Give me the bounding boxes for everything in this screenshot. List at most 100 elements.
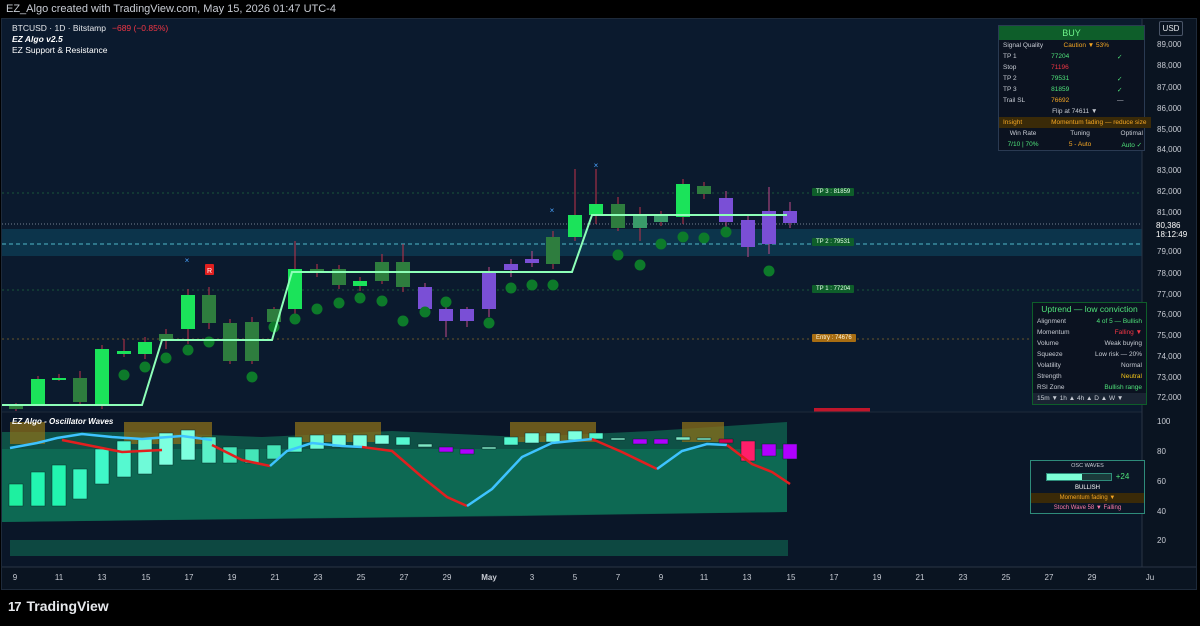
price-axis-label: 81,000 [1157, 208, 1182, 217]
oscillator-bar [567, 430, 583, 441]
candle-body [783, 211, 797, 223]
price-axis-label: 79,000 [1157, 247, 1182, 256]
candle-body [568, 215, 582, 237]
price-axis-label: 74,000 [1157, 352, 1182, 361]
signal-panel: BUY Signal Quality Caution ▼ 53% TP 1 7720… [998, 25, 1151, 151]
oscillator-bar [395, 436, 411, 446]
oscillator-bar [116, 440, 132, 478]
oscillator-bar [761, 443, 777, 457]
trail-dot [505, 282, 517, 294]
time-axis-label: 11 [699, 573, 709, 582]
candle-body [95, 349, 109, 405]
row-label: Volume [1037, 340, 1059, 347]
row-check [1113, 40, 1150, 51]
trail-dot [311, 303, 323, 315]
time-axis-label: 25 [1001, 573, 1011, 582]
candle-body [202, 295, 216, 323]
trend-row: Volume Weak buying [1033, 338, 1146, 349]
candle-body [117, 351, 131, 354]
candle-body [396, 262, 410, 287]
candle-body [418, 287, 432, 309]
price-axis-label: 76,000 [1157, 310, 1182, 319]
tradingview-brand[interactable]: 17 TradingView [8, 598, 109, 614]
chart-legend: BTCUSD · 1D · Bitstamp −689 (−0.85%) EZ A… [12, 23, 168, 56]
trail-dot [160, 352, 172, 364]
candle-body [460, 309, 474, 321]
price-axis-label: 84,000 [1157, 145, 1182, 154]
row-check: ✓ [1117, 75, 1123, 83]
tp3-tag: TP 3 : 81859 [812, 188, 855, 196]
indicator-label[interactable]: EZ Algo v2.5 [12, 34, 168, 45]
osc-momentum: Momentum fading ▼ [1031, 493, 1144, 503]
row-label: TP 3 [1003, 86, 1017, 93]
oscillator-bar [481, 446, 497, 450]
time-axis-label: 9 [658, 573, 664, 582]
time-axis-label: 13 [742, 573, 752, 582]
candle-body [439, 309, 453, 321]
time-axis-label: 21 [270, 573, 280, 582]
time-axis-label: 3 [529, 573, 535, 582]
price-axis-label: 73,000 [1157, 373, 1182, 382]
trail-dot [118, 369, 130, 381]
row-value: 71196 [1051, 64, 1069, 71]
row-value: 81859 [1051, 86, 1070, 93]
trend-title: Uptrend — low conviction [1041, 304, 1138, 314]
brand-name: TradingView [26, 598, 109, 614]
price-axis-label: 78,000 [1157, 269, 1182, 278]
candle-body [633, 215, 647, 228]
trail-dot [397, 315, 409, 327]
oscillator-bar [675, 436, 691, 441]
cross-marker: × [185, 256, 190, 265]
time-axis-label: 17 [829, 573, 839, 582]
osc-axis-label: 100 [1157, 417, 1171, 426]
row-value: 4 of 5 — Bullish [1096, 318, 1142, 325]
candle-body [741, 220, 755, 247]
oscillator-bar [459, 448, 475, 455]
trail-dot [698, 232, 710, 244]
time-axis-label: 13 [97, 573, 107, 582]
candle-body [676, 184, 690, 217]
symbol-label[interactable]: BTCUSD · 1D · Bitstamp [12, 23, 106, 33]
trail-dot [376, 295, 388, 307]
oscillator-bar [696, 437, 712, 441]
row-value: Low risk — 20% [1095, 351, 1142, 358]
current-price-tag: 80,386 18:12:49 [1154, 220, 1196, 240]
trail-dot [655, 238, 667, 250]
trend-row: Squeeze Low risk — 20% [1033, 349, 1146, 360]
trend-panel: Uptrend — low conviction Alignment 4 of 5… [1032, 302, 1147, 405]
row-check: ✓ [1117, 86, 1123, 94]
wave-baseline-band [10, 540, 788, 556]
price-axis-label: 72,000 [1157, 393, 1182, 402]
trail-dot [634, 259, 646, 271]
oscillator-bar [782, 443, 798, 460]
indicator-label[interactable]: EZ Support & Resistance [12, 45, 168, 56]
oscillator-bar [524, 432, 540, 444]
osc-state: BULLISH [1074, 485, 1100, 491]
optimal-header: Optimal [1120, 130, 1143, 137]
time-axis-label: 27 [1044, 573, 1054, 582]
candle-body [589, 204, 603, 215]
chart-frame[interactable]: × × × R BTCUSD · 1D · Bitstamp −689 (−0.8… [1, 18, 1197, 590]
tradingview-logo-icon: 17 [8, 598, 22, 614]
trail-dot [612, 249, 624, 261]
oscillator-bar [352, 434, 368, 448]
trail-dot [547, 279, 559, 291]
bar-countdown: 18:12:49 [1156, 230, 1188, 239]
oscillator-title[interactable]: EZ Algo - Oscillator Waves [12, 417, 113, 426]
row-value: 76692 [1051, 97, 1070, 104]
osc-stoch: Stoch Wave 58 ▼ Falling [1053, 505, 1122, 511]
trail-dot [526, 279, 538, 291]
candle-body [504, 264, 518, 270]
tuning-value: 5 - Auto [1068, 141, 1092, 148]
oscillator-bar [503, 436, 519, 446]
currency-button[interactable]: USD [1159, 21, 1183, 36]
oscillator-bar [201, 436, 217, 464]
time-axis-label: 9 [12, 573, 18, 582]
row-value: 79531 [1051, 75, 1070, 82]
candle-body [223, 323, 237, 361]
row-check: ✓ [1117, 53, 1123, 61]
stop-bar [814, 408, 870, 412]
timeframe-strip: 15m ▼ 1h ▲ 4h ▲ D ▲ W ▼ [1033, 393, 1146, 404]
candle-body [546, 237, 560, 264]
time-axis-label: 29 [442, 573, 452, 582]
